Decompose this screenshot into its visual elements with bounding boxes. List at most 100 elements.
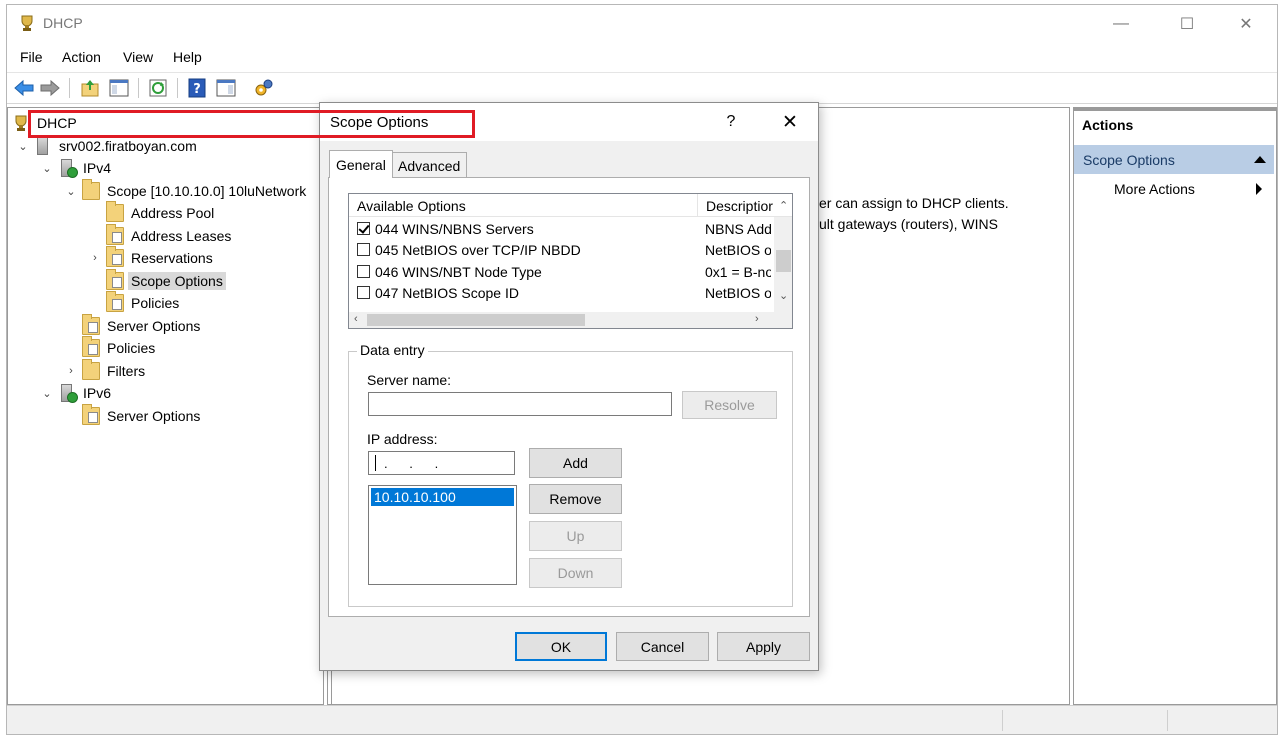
available-options-list[interactable]: Available Options Descriptior 044 WINS/N…: [348, 193, 793, 329]
vertical-scrollbar[interactable]: ⌃ ⌄: [774, 200, 792, 312]
server-name-input[interactable]: [368, 392, 672, 416]
horizontal-scroll-thumb[interactable]: [367, 314, 585, 326]
tree-label: Reservations: [131, 250, 213, 266]
dhcp-app-icon: [21, 15, 33, 31]
tree-item-scope[interactable]: ⌄ Scope [10.10.10.0] 10luNetwork: [64, 179, 309, 202]
menu-file[interactable]: File: [20, 49, 43, 65]
svg-text:?: ?: [193, 82, 201, 97]
toolbar-separator: [69, 78, 70, 98]
chevron-down-icon[interactable]: ⌄: [64, 185, 78, 198]
minimize-button[interactable]: —: [1092, 9, 1150, 39]
menu-action[interactable]: Action: [62, 49, 101, 65]
toolbar-separator: [177, 78, 178, 98]
vertical-scroll-thumb[interactable]: [776, 250, 791, 272]
cancel-button[interactable]: Cancel: [616, 632, 709, 661]
text-cursor: [375, 455, 376, 471]
tree-item-policies[interactable]: Policies: [82, 336, 158, 359]
close-window-button[interactable]: ✕: [1217, 9, 1275, 39]
tree-label: Policies: [107, 340, 156, 356]
tree-label: IPv6: [83, 385, 112, 401]
tree-label: Scope [10.10.10.0] 10luNetwork: [107, 183, 307, 199]
down-button[interactable]: Down: [529, 558, 622, 588]
help-icon[interactable]: ?: [186, 77, 208, 99]
column-header-available-options[interactable]: Available Options: [349, 194, 697, 217]
actions-section-label: Scope Options: [1083, 151, 1175, 168]
tab-advanced[interactable]: Advanced: [391, 152, 468, 178]
resolve-button[interactable]: Resolve: [682, 391, 777, 419]
chevron-down-icon[interactable]: ⌄: [40, 162, 54, 175]
horizontal-scrollbar[interactable]: ‹ ›: [349, 312, 792, 328]
up-button[interactable]: Up: [529, 521, 622, 551]
option-row-046[interactable]: 046 WINS/NBT Node Type 0x1 = B-no: [349, 261, 774, 282]
tree-item-address-pool[interactable]: Address Pool: [106, 201, 217, 224]
tree-label: Server Options: [107, 318, 201, 334]
option-checkbox[interactable]: [357, 243, 370, 256]
scroll-down-icon[interactable]: ⌄: [779, 289, 788, 302]
menu-help[interactable]: Help: [173, 49, 202, 65]
chevron-down-icon[interactable]: ⌄: [40, 387, 54, 400]
filters-icon: [82, 359, 100, 380]
tree-item-reservations[interactable]: › Reservations: [88, 246, 216, 269]
maximize-button[interactable]: ☐: [1158, 9, 1216, 39]
option-row-044[interactable]: 044 WINS/NBNS Servers NBNS Add: [349, 218, 774, 239]
tree-item-filters[interactable]: › Filters: [64, 359, 148, 382]
ok-button[interactable]: OK: [515, 632, 607, 661]
show-hide-action-pane-icon[interactable]: [215, 77, 237, 99]
address-leases-icon: [106, 224, 124, 245]
tree-item-server[interactable]: ⌄ srv002.firatboyan.com: [16, 135, 200, 157]
dhcp-settings-icon[interactable]: [253, 77, 275, 99]
collapse-triangle-icon[interactable]: [1254, 156, 1266, 163]
option-name: 044 WINS/NBNS Servers: [375, 220, 534, 237]
apply-button[interactable]: Apply: [717, 632, 810, 661]
tree-item-address-leases[interactable]: Address Leases: [106, 224, 234, 247]
option-checkbox[interactable]: [357, 222, 370, 235]
tree-label: IPv4: [83, 160, 112, 176]
tree-label: Scope Options: [128, 272, 226, 290]
tree-item-server-options[interactable]: Server Options: [82, 314, 203, 337]
ip-address-list-item[interactable]: 10.10.10.100: [371, 488, 514, 506]
scroll-right-icon[interactable]: ›: [755, 313, 759, 325]
tab-general[interactable]: General: [329, 150, 393, 178]
tree-label: Policies: [131, 295, 180, 311]
option-description: NetBIOS o: [705, 241, 771, 258]
highlight-annotation: [28, 110, 475, 138]
option-checkbox[interactable]: [357, 286, 370, 299]
chevron-down-icon[interactable]: ⌄: [16, 140, 30, 153]
chevron-right-icon[interactable]: ›: [64, 365, 78, 377]
actions-section-scope-options[interactable]: Scope Options: [1074, 144, 1274, 174]
option-description: NetBIOS o: [705, 284, 771, 301]
server-options-icon: [82, 314, 100, 335]
up-folder-icon[interactable]: [79, 77, 101, 99]
tree-item-scope-policies[interactable]: Policies: [106, 291, 182, 314]
add-button[interactable]: Add: [529, 448, 622, 478]
server-icon: [37, 137, 48, 155]
option-row-045[interactable]: 045 NetBIOS over TCP/IP NBDD NetBIOS o: [349, 239, 774, 260]
ip-address-input[interactable]: . . .: [368, 451, 515, 475]
general-tab-panel: Available Options Descriptior 044 WINS/N…: [328, 177, 810, 617]
list-header: Available Options Descriptior: [349, 194, 792, 217]
back-arrow-icon[interactable]: [13, 77, 35, 99]
tree-label: Address Leases: [131, 228, 232, 244]
tree-label: Filters: [107, 363, 146, 379]
ip-address-list[interactable]: 10.10.10.100: [368, 485, 517, 585]
option-checkbox[interactable]: [357, 265, 370, 278]
menu-view[interactable]: View: [123, 49, 153, 65]
remove-button[interactable]: Remove: [529, 484, 622, 514]
more-actions-link[interactable]: More Actions: [1114, 181, 1195, 197]
chevron-right-icon[interactable]: ›: [88, 252, 102, 264]
dialog-help-button[interactable]: ?: [718, 109, 744, 135]
data-entry-group: Data entry Server name: Resolve IP addre…: [348, 342, 793, 607]
option-row-047[interactable]: 047 NetBIOS Scope ID NetBIOS o: [349, 282, 774, 303]
console-tree: DHCP ⌄ srv002.firatboyan.com ⌄ IPv4 ⌄ Sc…: [7, 107, 324, 705]
show-hide-tree-icon[interactable]: [108, 77, 130, 99]
forward-arrow-icon[interactable]: [39, 77, 61, 99]
scroll-up-icon[interactable]: ⌃: [779, 199, 788, 212]
scroll-left-icon[interactable]: ‹: [354, 313, 358, 325]
dialog-close-button[interactable]: ✕: [776, 109, 804, 135]
refresh-icon[interactable]: [147, 77, 169, 99]
tree-item-server-options-v6[interactable]: Server Options: [82, 404, 203, 427]
tree-item-scope-options[interactable]: Scope Options: [106, 269, 226, 292]
option-name: 046 WINS/NBT Node Type: [375, 263, 542, 280]
tree-item-ipv6[interactable]: ⌄ IPv6: [40, 382, 114, 404]
tree-item-ipv4[interactable]: ⌄ IPv4: [40, 157, 114, 179]
